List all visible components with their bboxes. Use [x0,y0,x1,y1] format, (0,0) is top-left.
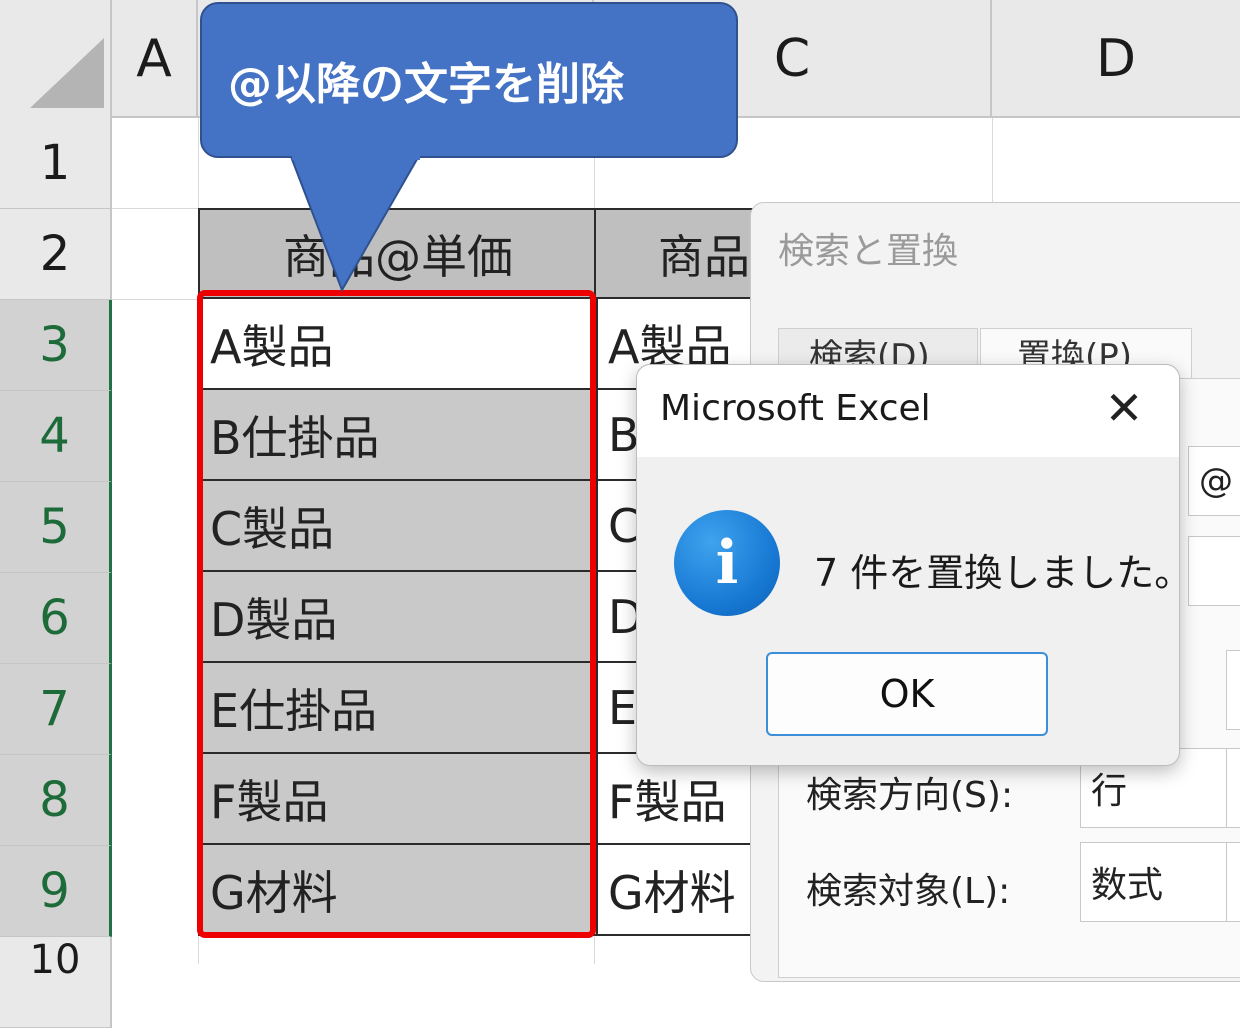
within-dropdown[interactable] [1226,650,1240,730]
row-header-10[interactable]: 10 [0,937,112,1028]
select-all-triangle-icon [30,38,104,108]
callout-pointer-join [292,150,420,160]
highlight-frame [197,290,596,938]
find-replace-title: 検索と置換 [778,231,959,272]
message-text: 7 件を置換しました。 [814,551,1193,595]
callout-annotation: @以降の文字を削除 [200,2,738,158]
find-what-input[interactable]: @ [1188,446,1240,516]
column-header-d[interactable]: D [992,0,1240,118]
message-box-title: Microsoft Excel [660,388,931,429]
chevron-down-icon[interactable] [1226,842,1240,922]
look-in-select[interactable]: 数式 [1080,842,1240,922]
row-header-9[interactable]: 9 [0,846,112,937]
row-header-5[interactable]: 5 [0,482,112,573]
table-header-b[interactable]: 商品@単価 [198,208,596,299]
row-header-8[interactable]: 8 [0,755,112,846]
info-icon: i [674,510,780,616]
row-header-6[interactable]: 6 [0,573,112,664]
replace-with-input[interactable] [1188,536,1240,606]
search-direction-label: 検索方向(S): [806,775,1014,816]
row-header-3[interactable]: 3 [0,300,112,391]
look-in-label: 検索対象(L): [806,871,1011,912]
ok-button[interactable]: OK [766,652,1048,736]
close-icon[interactable]: ✕ [1098,381,1150,435]
row-header-2[interactable]: 2 [0,209,112,300]
callout-text: @以降の文字を削除 [228,59,624,110]
column-header-a[interactable]: A [112,0,198,118]
row-header-1[interactable]: 1 [0,118,112,209]
row-header-7[interactable]: 7 [0,664,112,755]
chevron-down-icon[interactable] [1226,748,1240,828]
row-header-4[interactable]: 4 [0,391,112,482]
